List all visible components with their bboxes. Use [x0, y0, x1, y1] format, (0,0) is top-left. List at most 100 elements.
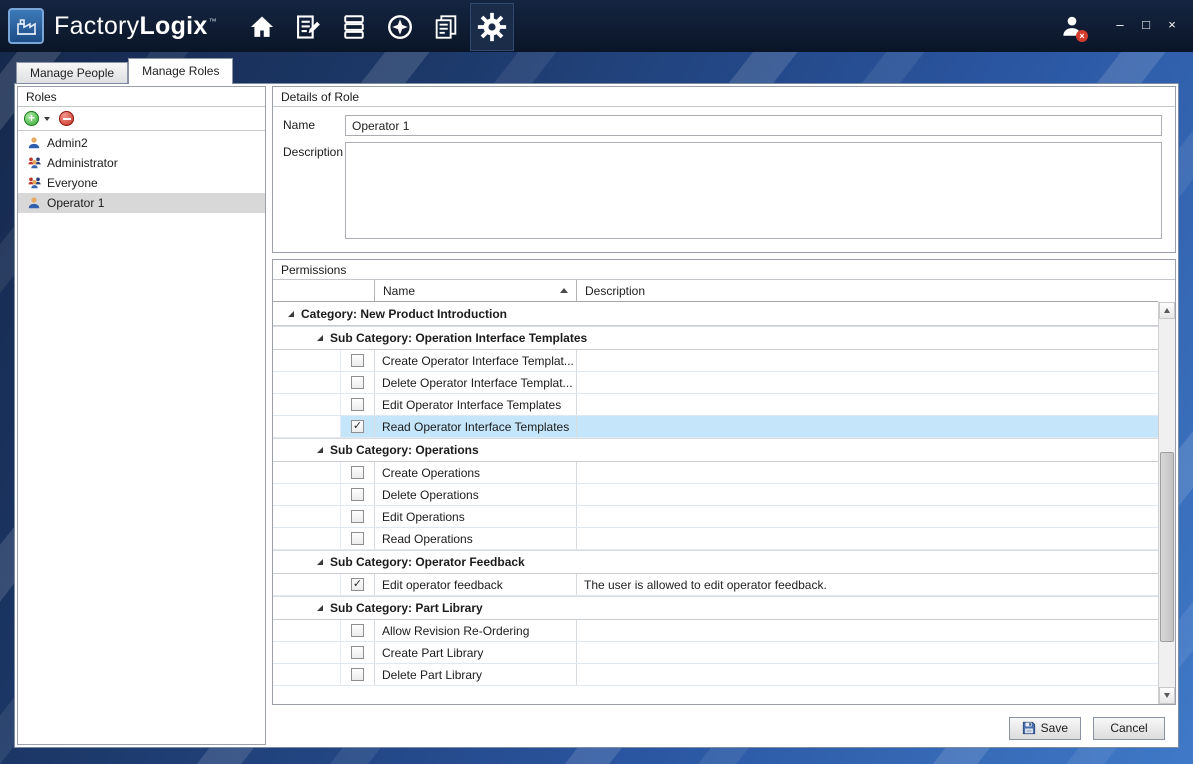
brand-tm: ™ — [209, 17, 217, 26]
permission-name: Allow Revision Re-Ordering — [375, 620, 577, 641]
permission-checkbox[interactable] — [351, 578, 364, 591]
role-tree-item[interactable]: Administrator — [18, 153, 265, 173]
permission-row[interactable]: Delete Operator Interface Templat... — [273, 372, 1158, 394]
permission-row-indent — [273, 506, 340, 527]
permission-checkbox[interactable] — [351, 532, 364, 545]
permission-checkbox-cell — [340, 416, 375, 437]
add-role-dropdown-icon[interactable] — [44, 117, 50, 121]
permission-checkbox[interactable] — [351, 624, 364, 637]
permission-checkbox[interactable] — [351, 466, 364, 479]
permission-row[interactable]: Edit Operations — [273, 506, 1158, 528]
permission-checkbox-cell — [340, 484, 375, 505]
permissions-group-row[interactable]: Sub Category: Operation Interface Templa… — [273, 326, 1158, 350]
permissions-panel-title: Permissions — [273, 260, 1175, 280]
permissions-table: Name Description Category: New Product I… — [273, 280, 1175, 704]
permission-checkbox[interactable] — [351, 488, 364, 501]
tab-manage-people[interactable]: Manage People — [16, 62, 128, 83]
permission-row[interactable]: Read Operator Interface Templates — [273, 416, 1158, 438]
permission-name: Edit operator feedback — [375, 574, 577, 595]
permission-checkbox[interactable] — [351, 376, 364, 389]
home-icon[interactable] — [240, 3, 284, 51]
user-account-icon[interactable]: × — [1055, 11, 1089, 41]
role-description-input[interactable] — [345, 142, 1162, 239]
permission-row[interactable]: Delete Part Library — [273, 664, 1158, 686]
permissions-group-row[interactable]: Sub Category: Part Library — [273, 596, 1158, 620]
permission-checkbox[interactable] — [351, 398, 364, 411]
permission-row-indent — [273, 620, 340, 641]
permission-row[interactable]: Read Operations — [273, 528, 1158, 550]
scrollbar-thumb[interactable] — [1160, 452, 1174, 642]
permissions-header-row: Name Description — [273, 280, 1158, 302]
maximize-button[interactable]: □ — [1135, 15, 1157, 37]
role-tree-item[interactable]: Everyone — [18, 173, 265, 193]
user-logout-badge-icon: × — [1076, 30, 1088, 42]
permission-checkbox-cell — [340, 642, 375, 663]
role-tree-item[interactable]: Admin2 — [18, 133, 265, 153]
permission-checkbox-cell — [340, 574, 375, 595]
scroll-up-icon — [1164, 308, 1170, 313]
permission-row[interactable]: Allow Revision Re-Ordering — [273, 620, 1158, 642]
permissions-group-row[interactable]: Category: New Product Introduction — [273, 302, 1158, 326]
permission-checkbox-cell — [340, 620, 375, 641]
permissions-group-row[interactable]: Sub Category: Operator Feedback — [273, 550, 1158, 574]
add-role-button[interactable]: + — [24, 111, 39, 126]
scrollbar-track[interactable] — [1159, 319, 1175, 687]
user-icon — [26, 135, 42, 151]
permissions-scrollbar[interactable] — [1158, 302, 1175, 704]
permission-checkbox[interactable] — [351, 668, 364, 681]
minimize-button[interactable]: – — [1109, 15, 1131, 37]
role-tree-item[interactable]: Operator 1 — [18, 193, 265, 213]
permission-row[interactable]: Create Part Library — [273, 642, 1158, 664]
permissions-panel: Permissions Name Description — [272, 259, 1176, 705]
save-button[interactable]: Save — [1009, 717, 1081, 740]
permission-name: Create Operator Interface Templat... — [375, 350, 577, 371]
gear-icon[interactable] — [470, 3, 514, 51]
roles-panel: Roles + Admin2 — [17, 86, 266, 745]
scroll-up-button[interactable] — [1159, 302, 1175, 319]
column-header-name[interactable]: Name — [375, 280, 577, 301]
documents-icon[interactable] — [424, 3, 468, 51]
permission-row-indent — [273, 372, 340, 393]
scroll-down-button[interactable] — [1159, 687, 1175, 704]
paper-stack-icon[interactable] — [332, 3, 376, 51]
compass-icon[interactable] — [378, 3, 422, 51]
permission-row[interactable]: Edit Operator Interface Templates — [273, 394, 1158, 416]
close-button[interactable]: × — [1161, 15, 1183, 37]
permission-name: Create Part Library — [375, 642, 577, 663]
user-icon — [26, 195, 42, 211]
permission-checkbox[interactable] — [351, 510, 364, 523]
column-header-description[interactable]: Description — [577, 280, 1158, 301]
permission-checkbox-cell — [340, 372, 375, 393]
permissions-group-row[interactable]: Sub Category: Operations — [273, 438, 1158, 462]
tab-manage-roles[interactable]: Manage Roles — [128, 58, 233, 83]
group-label: Sub Category: Operations — [330, 443, 479, 457]
collapse-expander-icon[interactable] — [288, 311, 294, 317]
permission-checkbox[interactable] — [351, 420, 364, 433]
content-area: Roles + Admin2 — [14, 83, 1179, 748]
permission-name: Create Operations — [375, 462, 577, 483]
permission-row[interactable]: Delete Operations — [273, 484, 1158, 506]
sort-ascending-icon — [560, 288, 568, 293]
permission-description — [577, 484, 1158, 505]
brand-logix: Logix — [139, 12, 207, 40]
roles-tree: Admin2 Administrator Everyone — [18, 131, 265, 744]
collapse-expander-icon[interactable] — [317, 605, 323, 611]
edit-form-icon[interactable] — [286, 3, 330, 51]
permission-row[interactable]: Edit operator feedback The user is allow… — [273, 574, 1158, 596]
permission-row-indent — [273, 416, 340, 437]
permission-description — [577, 528, 1158, 549]
scroll-down-icon — [1164, 693, 1170, 698]
cancel-button[interactable]: Cancel — [1093, 717, 1165, 740]
permission-row[interactable]: Create Operations — [273, 462, 1158, 484]
permission-description — [577, 350, 1158, 371]
column-header-description-label: Description — [585, 284, 645, 298]
permission-checkbox[interactable] — [351, 354, 364, 367]
permission-row[interactable]: Create Operator Interface Templat... — [273, 350, 1158, 372]
cancel-button-label: Cancel — [1110, 721, 1147, 735]
permission-checkbox[interactable] — [351, 646, 364, 659]
role-name-input[interactable] — [345, 115, 1162, 136]
collapse-expander-icon[interactable] — [317, 335, 323, 341]
collapse-expander-icon[interactable] — [317, 447, 323, 453]
collapse-expander-icon[interactable] — [317, 559, 323, 565]
remove-role-button[interactable] — [59, 111, 74, 126]
